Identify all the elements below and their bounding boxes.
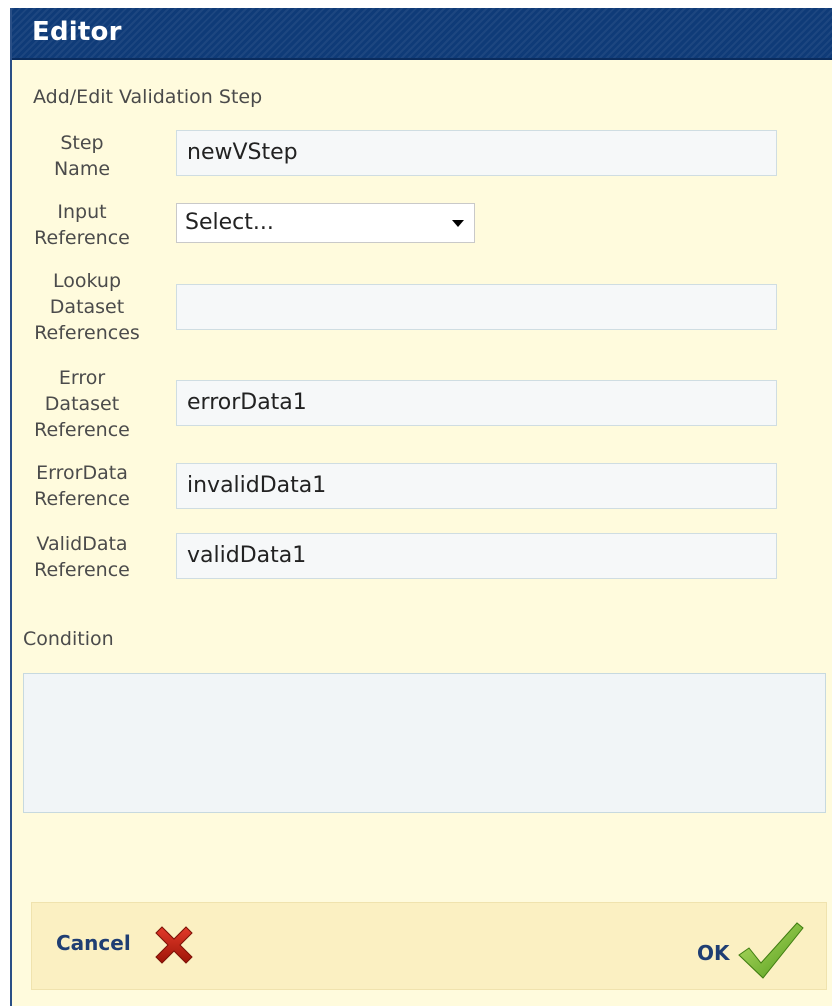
lookup-dataset-input[interactable] bbox=[176, 284, 777, 330]
error-dataset-input[interactable]: errorData1 bbox=[176, 380, 777, 426]
cancel-button-label: Cancel bbox=[56, 931, 131, 955]
validdata-reference-input[interactable]: validData1 bbox=[176, 533, 777, 579]
step-name-input[interactable]: newVStep bbox=[176, 130, 777, 176]
ok-button-label: OK bbox=[697, 941, 730, 965]
step-name-label: Step Name bbox=[53, 132, 111, 180]
form-subtitle: Add/Edit Validation Step bbox=[33, 86, 263, 108]
chevron-down-icon bbox=[452, 220, 464, 227]
cancel-button[interactable]: Cancel bbox=[56, 923, 206, 973]
error-dataset-label: Error Dataset Reference bbox=[34, 367, 130, 441]
title-bar[interactable]: Editor bbox=[12, 8, 832, 60]
condition-textarea[interactable] bbox=[23, 673, 826, 813]
dialog-title: Editor bbox=[32, 17, 122, 47]
input-reference-label: Input Reference bbox=[34, 201, 130, 249]
red-x-icon bbox=[155, 926, 193, 964]
input-reference-selected-value: Select... bbox=[185, 210, 274, 235]
input-reference-select[interactable]: Select... bbox=[176, 203, 475, 243]
errordata-reference-input[interactable]: invalidData1 bbox=[176, 463, 777, 509]
condition-label: Condition bbox=[23, 628, 114, 650]
errordata-reference-label: ErrorData Reference bbox=[34, 462, 130, 510]
dialog-footer: Cancel OK bbox=[31, 902, 827, 990]
editor-dialog: Editor Add/Edit Validation Step Step Nam… bbox=[10, 8, 832, 1006]
ok-button[interactable]: OK bbox=[697, 921, 807, 981]
green-check-icon bbox=[738, 922, 804, 979]
lookup-dataset-label: Lookup Dataset References bbox=[34, 270, 140, 344]
validdata-reference-label: ValidData Reference bbox=[34, 533, 130, 581]
